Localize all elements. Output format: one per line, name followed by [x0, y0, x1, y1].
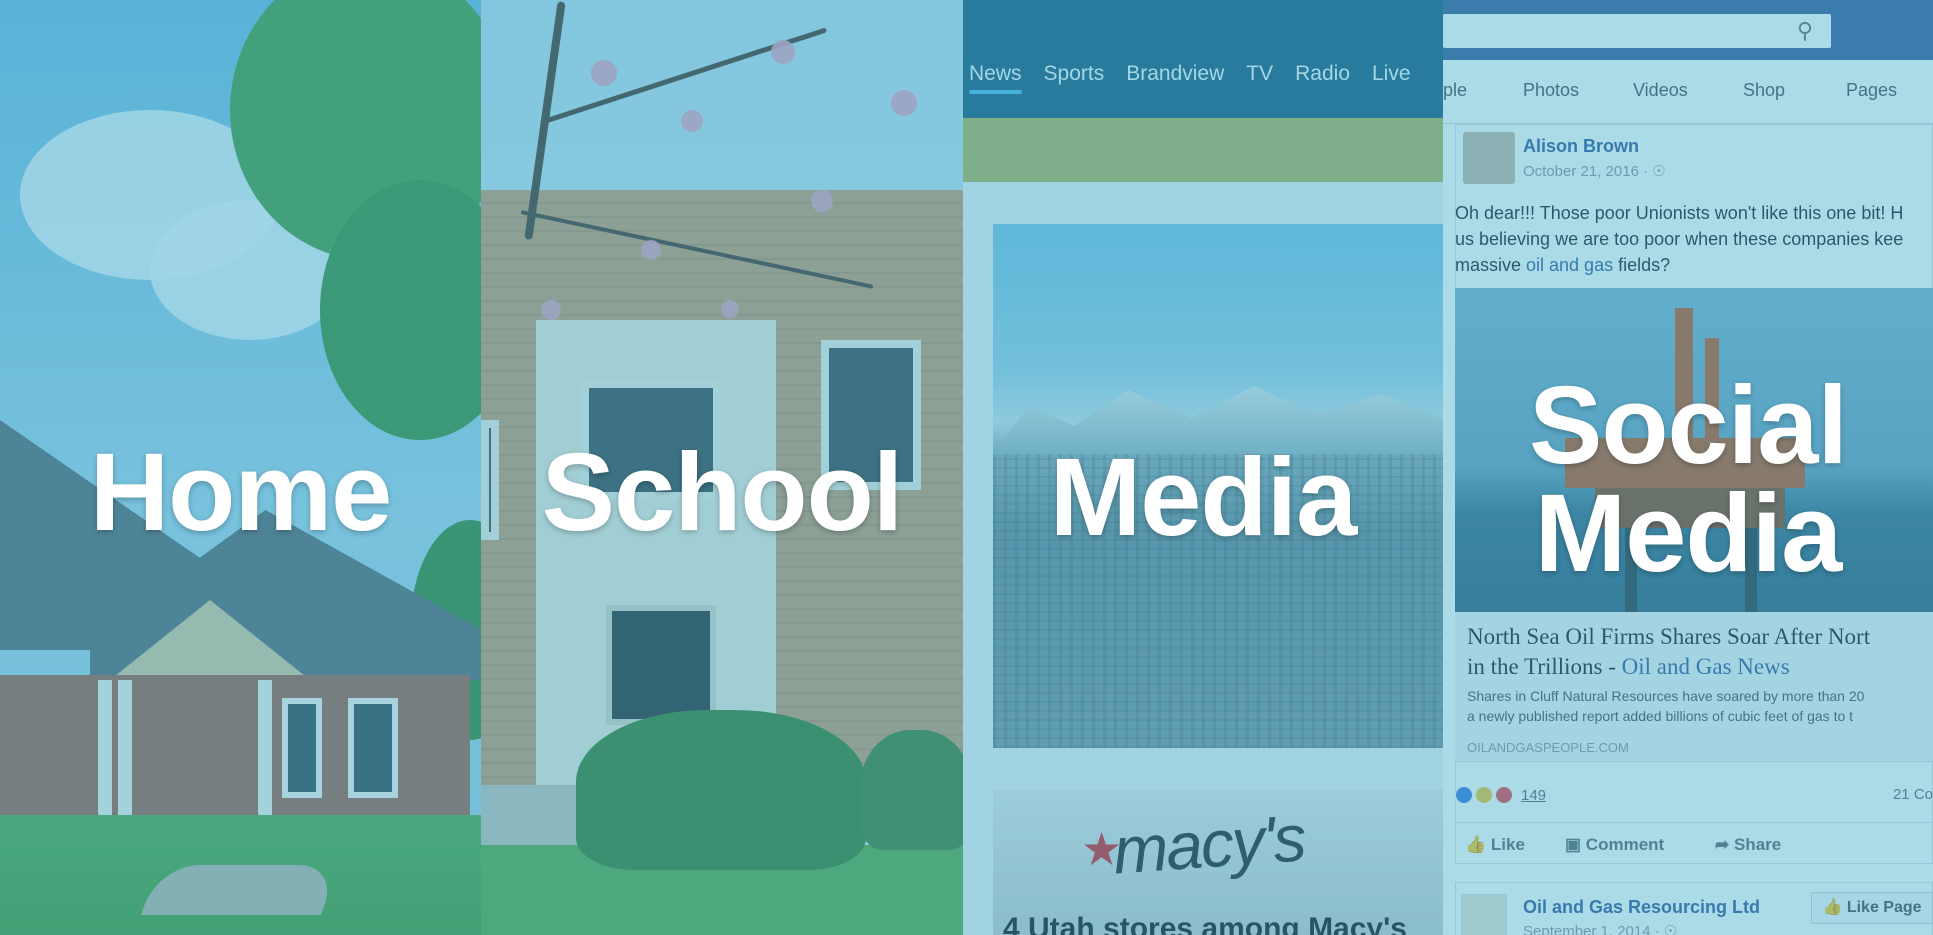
like-page-label: Like Page — [1846, 899, 1922, 916]
panel-school: School — [481, 0, 963, 935]
speech-bubble-icon: ▣ — [1565, 835, 1586, 854]
like-reaction-icon — [1455, 786, 1473, 804]
panel-title-line: Social — [1528, 364, 1848, 487]
comment-label: Comment — [1585, 835, 1665, 854]
tab-people[interactable]: ple — [1443, 80, 1467, 101]
shrub — [576, 710, 866, 870]
blossom — [771, 40, 795, 64]
ad-banner — [963, 118, 1443, 182]
like-button[interactable]: 👍 Like — [1465, 835, 1525, 855]
news-nav-list: News Sports Brandview TV Radio Live — [969, 62, 1411, 94]
school-door — [606, 605, 716, 725]
post-date[interactable]: September 1, 2014 · ☉ — [1523, 922, 1677, 935]
page-name[interactable]: Oil and Gas Resourcing Ltd — [1523, 897, 1760, 918]
blossom — [641, 240, 661, 260]
blossom — [721, 300, 739, 318]
page-avatar[interactable] — [1461, 894, 1507, 935]
post-text-segment: massive — [1455, 255, 1527, 275]
panel-title-social-media: Social Media — [1443, 364, 1933, 595]
search-icon[interactable]: ⚲ — [1797, 18, 1813, 44]
thumbs-up-icon: 👍 — [1465, 835, 1491, 854]
post-text: Oh dear!!! Those poor Unionists won't li… — [1455, 200, 1925, 278]
panel-home: Home — [0, 0, 481, 935]
comment-count[interactable]: 21 Co — [1893, 786, 1933, 803]
shrub — [861, 730, 963, 850]
globe-icon: ☉ — [1652, 163, 1666, 180]
reactions-summary[interactable]: 149 — [1455, 786, 1546, 804]
share-arrow-icon: ➦ — [1715, 835, 1734, 854]
reaction-count[interactable]: 149 — [1521, 787, 1546, 804]
facebook-top-bar: ⚲ — [1443, 0, 1933, 60]
panel-media: News Sports Brandview TV Radio Live ★ ma… — [963, 0, 1443, 935]
tab-shop[interactable]: Shop — [1743, 80, 1785, 101]
link-description: Shares in Cluff Natural Resources have s… — [1467, 686, 1933, 726]
link-headline-segment: Oil and Gas News — [1621, 654, 1790, 679]
search-input[interactable]: ⚲ — [1443, 14, 1831, 48]
like-label: Like — [1490, 835, 1525, 854]
link-description-line: Shares in Cluff Natural Resources have s… — [1467, 688, 1865, 704]
panel-social-media: ⚲ ple Photos Videos Shop Pages Alison Br… — [1443, 0, 1933, 935]
link-headline-line: North Sea Oil Firms Shares Soar After No… — [1467, 624, 1871, 649]
tab-videos[interactable]: Videos — [1633, 80, 1688, 101]
like-page-button[interactable]: 👍 Like Page — [1811, 892, 1933, 924]
avatar[interactable] — [1463, 132, 1515, 184]
house-window — [282, 698, 322, 798]
post-text-line: us believing we are too poor when these … — [1455, 229, 1904, 249]
tab-photos[interactable]: Photos — [1523, 80, 1579, 101]
news-nav-sports[interactable]: Sports — [1044, 62, 1105, 86]
search-filter-tabs: ple Photos Videos Shop Pages — [1443, 60, 1933, 124]
panel-title-line: Media — [1534, 471, 1843, 595]
news-headline[interactable]: 4 Utah stores among Macy's — [1003, 912, 1407, 935]
link-headline[interactable]: North Sea Oil Firms Shares Soar After No… — [1467, 622, 1933, 682]
panel-title-school: School — [541, 431, 904, 554]
news-nav-news[interactable]: News — [969, 62, 1022, 94]
haha-reaction-icon — [1475, 786, 1493, 804]
post-text-line: Oh dear!!! Those poor Unionists won't li… — [1455, 203, 1904, 223]
globe-icon: ☉ — [1663, 923, 1678, 935]
link-description-line: a newly published report added billions … — [1467, 708, 1854, 724]
store-logo: macy's — [1110, 800, 1307, 888]
post-text-segment: fields? — [1613, 255, 1671, 275]
post-actions: 👍 Like ▣ Comment ➦ Share — [1455, 822, 1933, 866]
walkway — [140, 865, 340, 915]
angry-reaction-icon — [1495, 786, 1513, 804]
panel-title-home: Home — [89, 431, 393, 554]
share-label: Share — [1733, 835, 1782, 854]
share-button[interactable]: ➦ Share — [1715, 835, 1781, 855]
news-nav-bar: News Sports Brandview TV Radio Live — [963, 0, 1443, 118]
news-nav-brandview[interactable]: Brandview — [1126, 62, 1224, 86]
panel-title-media: Media — [1049, 436, 1358, 559]
link-headline-line: in the Trillions - Oil and Gas News — [1467, 652, 1933, 682]
news-nav-tv[interactable]: TV — [1246, 62, 1273, 86]
post-date[interactable]: October 21, 2016 · ☉ — [1523, 162, 1666, 180]
post-text-line: massive oil and gas fields? — [1455, 252, 1925, 278]
thumbs-up-icon: 👍 — [1822, 899, 1847, 916]
post-author[interactable]: Alison Brown — [1523, 136, 1639, 157]
blossom — [591, 60, 617, 86]
blossom — [681, 110, 703, 132]
tab-pages[interactable]: Pages — [1846, 80, 1897, 101]
blossom — [811, 190, 833, 212]
link-headline-segment: in the Trillions - — [1467, 654, 1622, 679]
news-nav-live[interactable]: Live — [1372, 62, 1411, 86]
collage: Home School News Sports Brandview TV Rad… — [0, 0, 1933, 935]
link-domain: OILANDGASPEOPLE.COM — [1467, 740, 1629, 755]
post-date-text: October 21, 2016 · — [1523, 163, 1653, 180]
blossom — [541, 300, 561, 320]
comment-button[interactable]: ▣ Comment — [1565, 835, 1664, 855]
post-text-link[interactable]: oil and gas — [1526, 255, 1613, 275]
post-date-text: September 1, 2014 · — [1523, 923, 1664, 935]
house-window — [348, 698, 398, 798]
news-nav-radio[interactable]: Radio — [1295, 62, 1350, 86]
blossom — [891, 90, 917, 116]
